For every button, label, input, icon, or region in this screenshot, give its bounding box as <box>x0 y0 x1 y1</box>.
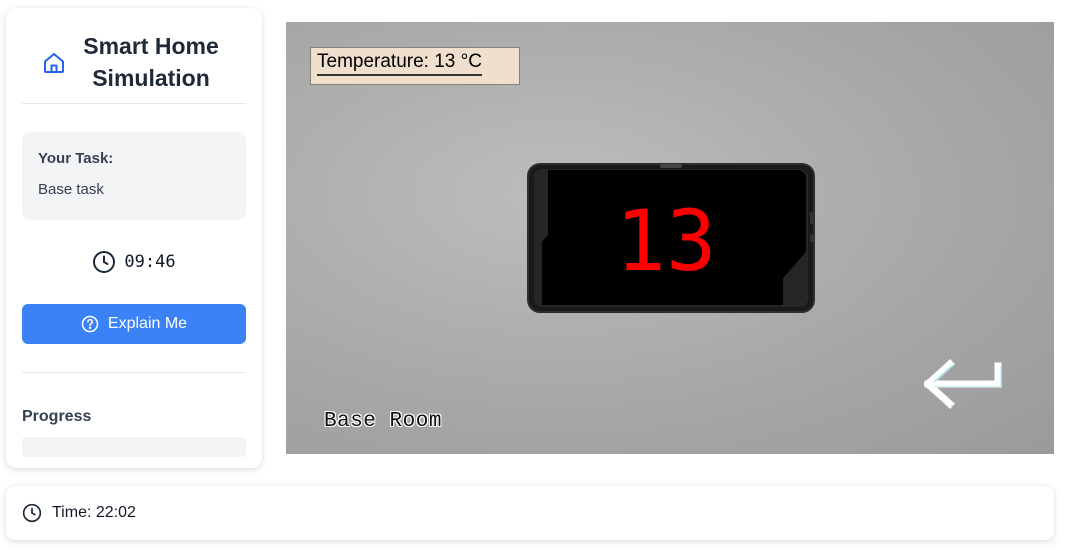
brand-header: Smart Home Simulation <box>22 22 246 102</box>
simulation-time: Time: 22:02 <box>52 504 136 521</box>
temperature-label: Temperature: 13 °C <box>317 51 482 76</box>
progress-bar <box>22 437 246 457</box>
help-circle-icon <box>81 315 99 333</box>
countdown-timer: 09:46 <box>22 248 246 276</box>
explain-me-label: Explain Me <box>107 315 188 332</box>
clock-icon <box>22 503 42 523</box>
footer-bar: Time: 22:02 <box>6 486 1054 540</box>
timer-value: 09:46 <box>124 252 176 272</box>
thermostat-device[interactable]: 13 <box>526 162 816 314</box>
return-arrow-icon[interactable] <box>924 358 1008 414</box>
task-card: Your Task: Base task <box>22 132 246 220</box>
temperature-label-box: Temperature: 13 °C <box>310 47 520 85</box>
room-scene: Temperature: 13 °C 13 Base Room <box>286 22 1054 454</box>
task-heading: Your Task: <box>38 150 114 167</box>
home-icon <box>44 53 64 73</box>
sidebar: Smart Home Simulation Your Task: Base ta… <box>6 8 262 468</box>
divider <box>22 103 246 104</box>
clock-icon <box>93 251 116 273</box>
explain-me-button[interactable]: Explain Me <box>22 304 246 344</box>
app-title: Smart Home Simulation <box>83 33 219 91</box>
progress-label: Progress <box>22 408 92 425</box>
divider <box>22 372 246 373</box>
task-description: Base task <box>38 181 104 198</box>
thermostat-display-value: 13 <box>615 192 716 290</box>
room-name: Base Room <box>324 410 442 433</box>
